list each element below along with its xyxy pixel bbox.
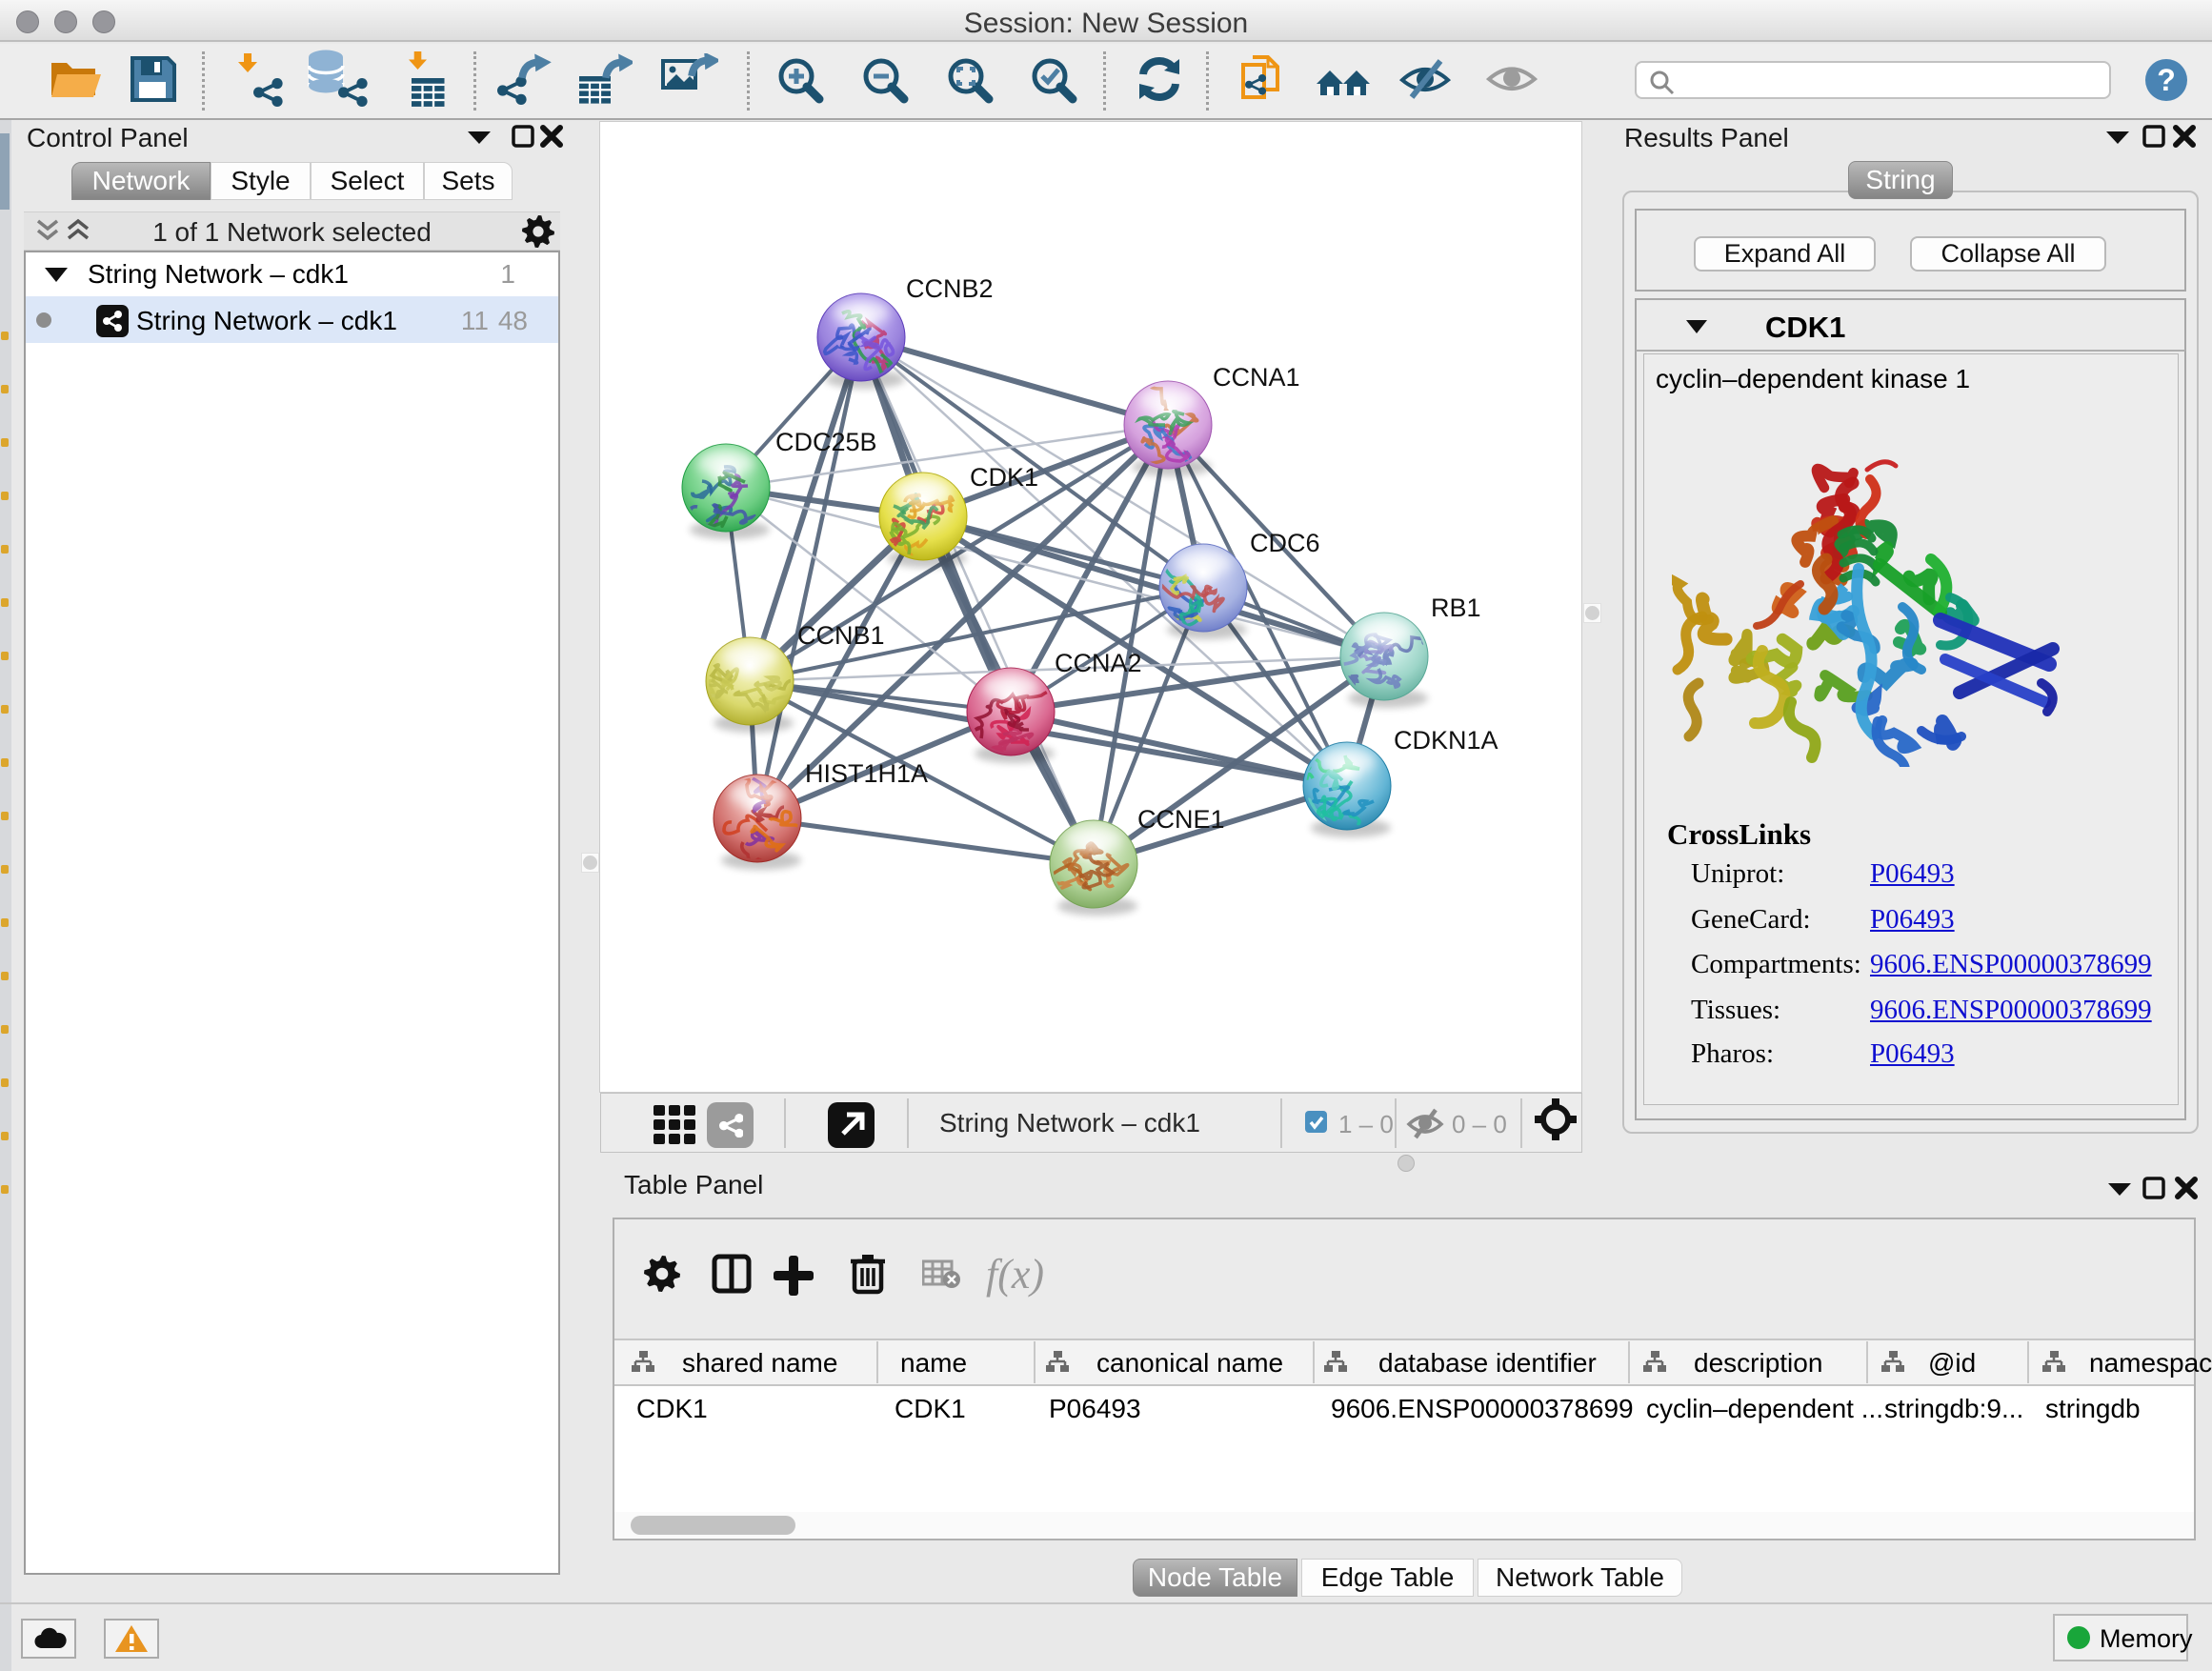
svg-text:CDC25B: CDC25B bbox=[775, 428, 877, 456]
svg-text:CCNA1: CCNA1 bbox=[1213, 363, 1300, 392]
svg-text:HIST1H1A: HIST1H1A bbox=[805, 759, 928, 788]
svg-text:CCNA2: CCNA2 bbox=[1055, 649, 1142, 677]
svg-text:CDKN1A: CDKN1A bbox=[1394, 726, 1498, 755]
svg-text:CCNB2: CCNB2 bbox=[906, 274, 994, 303]
svg-text:CDC6: CDC6 bbox=[1250, 529, 1320, 557]
svg-text:CCNB1: CCNB1 bbox=[797, 621, 885, 650]
svg-text:CDK1: CDK1 bbox=[970, 463, 1038, 492]
svg-text:RB1: RB1 bbox=[1431, 594, 1481, 622]
svg-text:CCNE1: CCNE1 bbox=[1137, 805, 1225, 834]
